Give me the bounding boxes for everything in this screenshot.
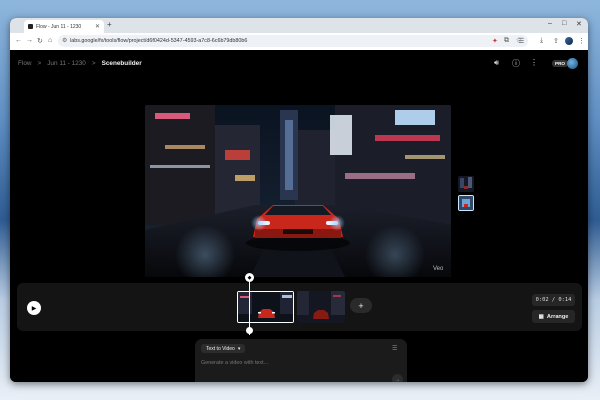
audio-icon[interactable]: 🔊︎ (494, 58, 499, 68)
browser-menu-icon[interactable]: ⋮ (578, 37, 585, 45)
back-icon[interactable]: ← (15, 37, 22, 44)
home-icon[interactable]: ⌂ (48, 37, 52, 44)
user-avatar[interactable] (567, 58, 578, 69)
url-text: labs.google/fx/tools/flow/project/d6f042… (70, 38, 248, 44)
prompt-panel: Text to Video ▾ ☰ Generate a video with … (195, 339, 407, 382)
veo-watermark: Veo (433, 266, 444, 272)
more-options-icon[interactable]: ⋮ (530, 58, 538, 67)
toolbar: ← → ↻ ⌂ ⚙ labs.google/fx/tools/flow/proj… (10, 33, 588, 51)
playhead-handle[interactable]: ◆ (245, 273, 254, 282)
new-tab-button[interactable]: + (107, 20, 112, 29)
extensions-puzzle-icon[interactable]: ⧉ (504, 37, 509, 45)
play-button[interactable]: ▶ (27, 301, 41, 315)
add-clip-button[interactable]: + (350, 298, 372, 313)
help-icon[interactable]: ⓘ (512, 58, 520, 69)
profile-avatar[interactable] (565, 37, 573, 45)
city-street-scene: Veo (145, 105, 451, 277)
site-settings-icon[interactable]: ⚙ (62, 37, 67, 44)
tab-title: Flow - Jun 11 - 1230 (36, 23, 82, 30)
extension-icon[interactable]: ✦ (492, 37, 498, 45)
flow-favicon-icon (28, 24, 33, 29)
mode-selector[interactable]: Text to Video ▾ (201, 344, 246, 353)
timeline-panel: ▶ + (17, 283, 582, 331)
mode-label: Text to Video (206, 345, 235, 352)
reading-list-icon[interactable]: ☰ (518, 37, 524, 45)
play-icon: ▶ (31, 305, 37, 312)
settings-sliders-icon[interactable]: ☰ (392, 345, 397, 352)
arrange-icon: ▦ (538, 313, 544, 320)
download-icon[interactable]: ⤓ (540, 37, 543, 45)
minimize-button[interactable]: – (548, 20, 552, 27)
timeline-clip-selected[interactable] (237, 291, 294, 323)
maximize-button[interactable]: □ (562, 20, 566, 27)
breadcrumb-flow[interactable]: Flow (18, 60, 32, 67)
timeline-clip[interactable] (297, 291, 345, 323)
side-thumbnail[interactable] (458, 176, 474, 192)
arrange-button[interactable]: ▦ Arrange (532, 310, 575, 323)
send-button[interactable]: → (392, 374, 403, 382)
tab-strip: Flow - Jun 11 - 1230 ✕ + – □ ✕ (10, 18, 588, 33)
forward-icon[interactable]: → (26, 37, 33, 44)
reload-icon[interactable]: ↻ (37, 37, 43, 45)
breadcrumb-current: Scenebuilder (101, 60, 142, 67)
prompt-input[interactable]: Generate a video with text... (201, 360, 268, 366)
arrow-right-icon: → (394, 376, 401, 383)
close-window-button[interactable]: ✕ (576, 20, 582, 28)
playhead-bottom-handle[interactable] (246, 327, 253, 334)
pro-badge: PRO (552, 60, 568, 67)
diamond-icon: ◆ (247, 274, 252, 281)
browser-tab[interactable]: Flow - Jun 11 - 1230 ✕ (24, 20, 104, 33)
breadcrumb-project[interactable]: Jun 11 - 1230 (47, 60, 86, 67)
tab-close-icon[interactable]: ✕ (95, 23, 100, 30)
share-icon[interactable]: ⇪ (553, 37, 559, 45)
flow-app: Flow > Jun 11 - 1230 > Scenebuilder 🔊︎ ⓘ… (10, 50, 588, 382)
side-thumbnail-selected[interactable] (458, 195, 474, 211)
breadcrumb: Flow > Jun 11 - 1230 > Scenebuilder (18, 60, 142, 67)
browser-window: Flow - Jun 11 - 1230 ✕ + – □ ✕ ← → ↻ ⌂ ⚙… (10, 18, 588, 382)
arrange-label: Arrange (546, 313, 569, 320)
address-bar[interactable]: ⚙ labs.google/fx/tools/flow/project/d6f0… (58, 35, 528, 47)
breadcrumb-separator: > (91, 60, 96, 67)
chevron-down-icon: ▾ (237, 345, 241, 352)
breadcrumb-separator: > (37, 60, 42, 67)
video-preview[interactable]: Veo (145, 105, 451, 277)
time-display: 0:02 / 0:14 (532, 294, 575, 306)
